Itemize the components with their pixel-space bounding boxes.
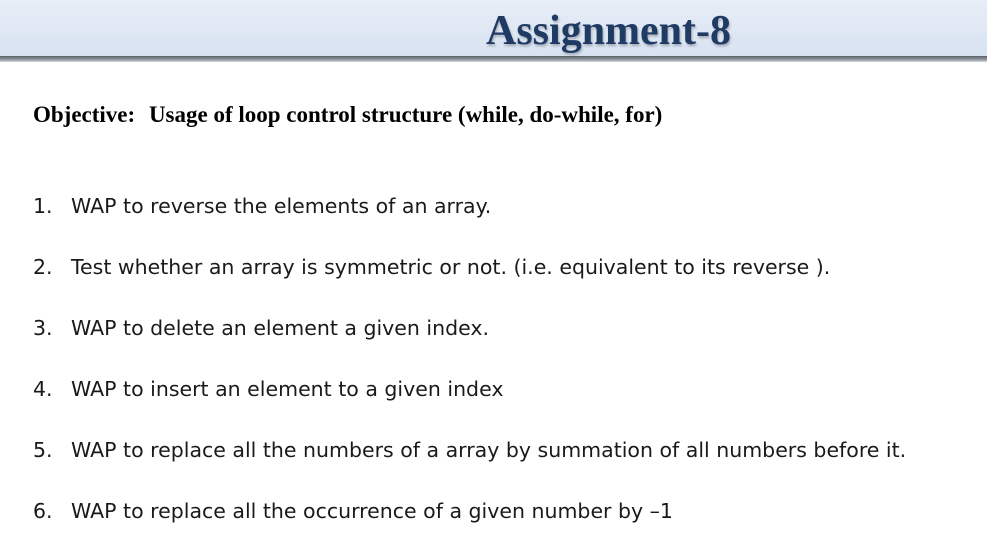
task-item: 4. WAP to insert an element to a given i…: [33, 373, 906, 434]
task-item: 5. WAP to replace all the numbers of a a…: [33, 434, 906, 495]
task-text: Test whether an array is symmetric or no…: [71, 255, 831, 279]
objective-text: Usage of loop control structure (while, …: [148, 102, 663, 127]
objective-label: Objective:: [33, 102, 136, 127]
task-item: 2. Test whether an array is symmetric or…: [33, 251, 906, 312]
task-text: WAP to insert an element to a given inde…: [71, 377, 504, 401]
task-list: 1. WAP to reverse the elements of an arr…: [33, 190, 906, 556]
title-divider: [0, 56, 987, 62]
task-number: 4.: [33, 377, 53, 401]
task-text: WAP to replace all the numbers of a arra…: [71, 438, 907, 462]
task-item: 6. WAP to replace all the occurrence of …: [33, 495, 906, 556]
objective-line: Objective: Usage of loop control structu…: [33, 100, 662, 130]
task-text: WAP to replace all the occurrence of a g…: [71, 499, 673, 523]
page-title: Assignment-8: [486, 8, 732, 54]
task-item: 1. WAP to reverse the elements of an arr…: [33, 190, 906, 251]
task-text: WAP to reverse the elements of an array.: [71, 194, 492, 218]
task-number: 6.: [33, 499, 53, 523]
task-number: 3.: [33, 316, 53, 340]
task-text: WAP to delete an element a given index.: [71, 316, 490, 340]
task-number: 5.: [33, 438, 53, 462]
task-item: 3. WAP to delete an element a given inde…: [33, 312, 906, 373]
task-number: 1.: [33, 194, 53, 218]
task-number: 2.: [33, 255, 53, 279]
